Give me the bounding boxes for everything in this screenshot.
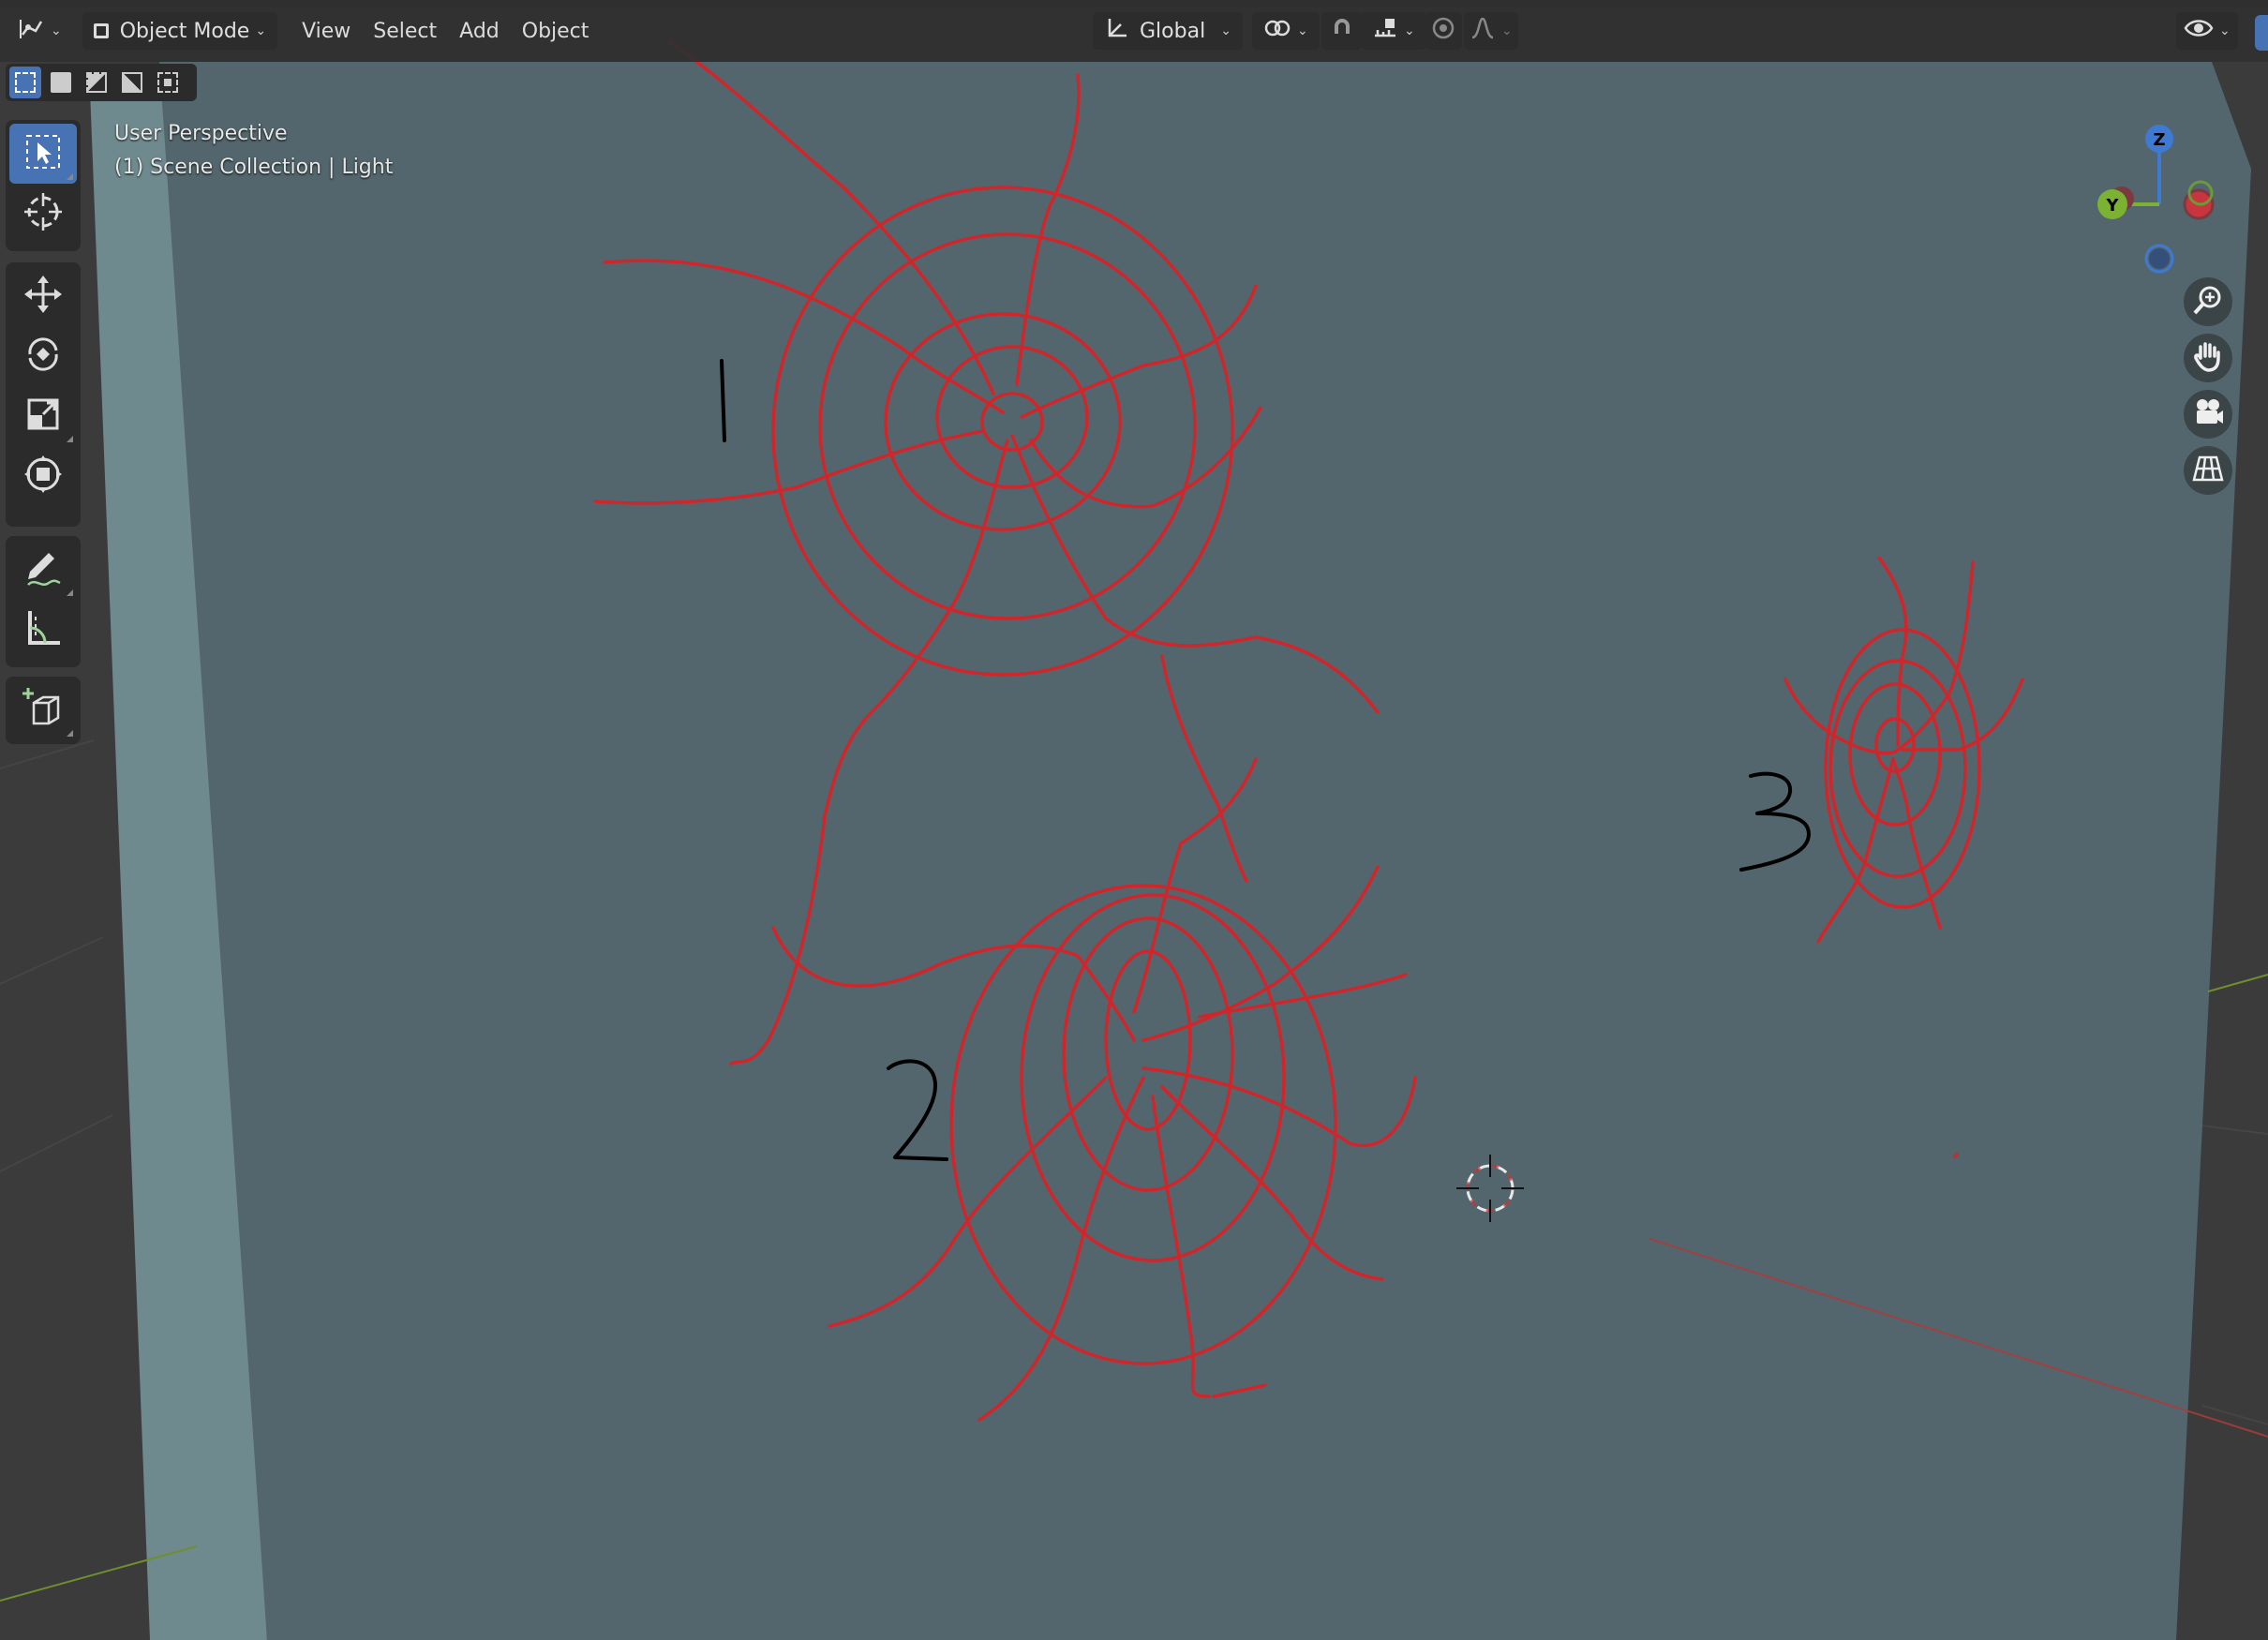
select-new-icon	[15, 72, 36, 93]
measure-ruler-icon	[22, 607, 64, 652]
zoom-button[interactable]	[2184, 277, 2232, 326]
object-mode-icon	[93, 23, 109, 38]
camera-icon	[2191, 395, 2225, 433]
menu-view[interactable]: View	[291, 12, 362, 50]
mode-dropdown[interactable]: Object Mode ⌄	[82, 12, 278, 50]
toolbar-group-annotate	[6, 536, 81, 667]
tool-rotate[interactable]	[9, 326, 77, 386]
select-mode-subtract[interactable]	[81, 67, 112, 98]
tool-annotate[interactable]	[9, 540, 77, 600]
tool-cursor[interactable]	[9, 184, 77, 244]
hand-icon	[2191, 339, 2225, 377]
chevron-down-icon: ⌄	[1501, 23, 1513, 38]
camera-view-button[interactable]	[2184, 390, 2232, 439]
proportional-edit-icon	[1430, 15, 1456, 47]
grid-perspective-icon	[2191, 452, 2225, 489]
falloff-dropdown[interactable]: ⌄	[1464, 12, 1518, 50]
add-cube-icon	[21, 686, 66, 735]
toolbar-group-transform	[6, 262, 81, 527]
overlay-toggle-edge[interactable]	[2255, 15, 2268, 51]
collection-info-label: (1) Scene Collection | Light	[114, 156, 394, 179]
transform-orientation-dropdown[interactable]: Global ⌄	[1093, 12, 1243, 50]
chevron-down-icon: ⌄	[1297, 23, 1308, 38]
mode-label: Object Mode	[119, 19, 250, 43]
gizmo-y-label: Y	[2105, 196, 2119, 216]
annotate-pencil-icon	[22, 547, 64, 592]
zoom-icon	[2191, 283, 2225, 321]
ortho-toggle-button[interactable]	[2184, 446, 2232, 495]
select-mode-extend[interactable]	[45, 67, 77, 98]
gizmo-z-label: Z	[2153, 130, 2165, 150]
proportional-edit-toggle[interactable]	[1425, 12, 1462, 50]
orientation-axes-icon	[1104, 15, 1130, 47]
selection-mode-group	[6, 64, 197, 101]
3d-cursor-icon	[22, 191, 64, 236]
toolbar-group-add	[6, 677, 81, 744]
select-extend-icon	[51, 72, 71, 93]
pivot-point-dropdown[interactable]: ⌄	[1252, 12, 1320, 50]
tool-add-cube[interactable]	[9, 680, 77, 740]
tool-select-box[interactable]	[9, 124, 77, 184]
eye-visibility-icon	[2184, 15, 2214, 47]
chevron-down-icon: ⌄	[255, 23, 267, 38]
plane-face	[159, 62, 2251, 1640]
select-invert-icon	[122, 72, 142, 93]
view-name-label: User Perspective	[114, 122, 288, 145]
menu-add[interactable]: Add	[448, 12, 511, 50]
chevron-down-icon: ⌄	[51, 23, 62, 38]
pivot-point-icon	[1263, 15, 1291, 47]
tool-measure[interactable]	[9, 600, 77, 660]
magnet-icon	[1329, 15, 1355, 47]
falloff-curve-icon	[1470, 15, 1496, 47]
select-subtract-icon	[86, 72, 107, 93]
chevron-down-icon: ⌄	[1404, 23, 1415, 38]
move-icon	[22, 274, 64, 319]
3d-viewport[interactable]	[0, 0, 2268, 1640]
editor-type-button[interactable]: ⌄	[6, 12, 73, 50]
select-mode-set[interactable]	[9, 67, 41, 98]
scale-icon	[24, 395, 62, 437]
menu-object[interactable]: Object	[511, 12, 601, 50]
select-intersect-icon	[157, 72, 178, 93]
chevron-down-icon: ⌄	[1220, 23, 1231, 38]
header-menus: View Select Add Object	[291, 12, 600, 50]
gizmo-z-neg-fill	[2149, 248, 2170, 269]
orientation-label: Global	[1140, 19, 1206, 43]
snap-target-dropdown[interactable]: ⌄	[1361, 12, 1426, 50]
snap-increment-icon	[1372, 15, 1398, 47]
visibility-dropdown[interactable]: ⌄	[2176, 12, 2238, 50]
transform-icon	[22, 454, 64, 499]
select-mode-invert[interactable]	[116, 67, 148, 98]
select-mode-intersect[interactable]	[152, 67, 184, 98]
cursor-select-icon	[24, 133, 62, 174]
menu-select[interactable]: Select	[362, 12, 448, 50]
rotate-icon	[22, 334, 64, 379]
navigation-gizmo[interactable]: Y Z	[2081, 112, 2231, 291]
pan-button[interactable]	[2184, 334, 2232, 382]
toolbar-group-select	[6, 120, 81, 251]
tool-scale[interactable]	[9, 386, 77, 446]
chevron-down-icon: ⌄	[2219, 23, 2231, 38]
3d-viewport-icon	[17, 14, 45, 48]
tool-move[interactable]	[9, 266, 77, 326]
snap-toggle[interactable]	[1321, 12, 1363, 50]
viewport-header: ⌄ Object Mode ⌄ View Select Add Object G…	[0, 0, 2268, 62]
tool-transform[interactable]	[9, 446, 77, 506]
